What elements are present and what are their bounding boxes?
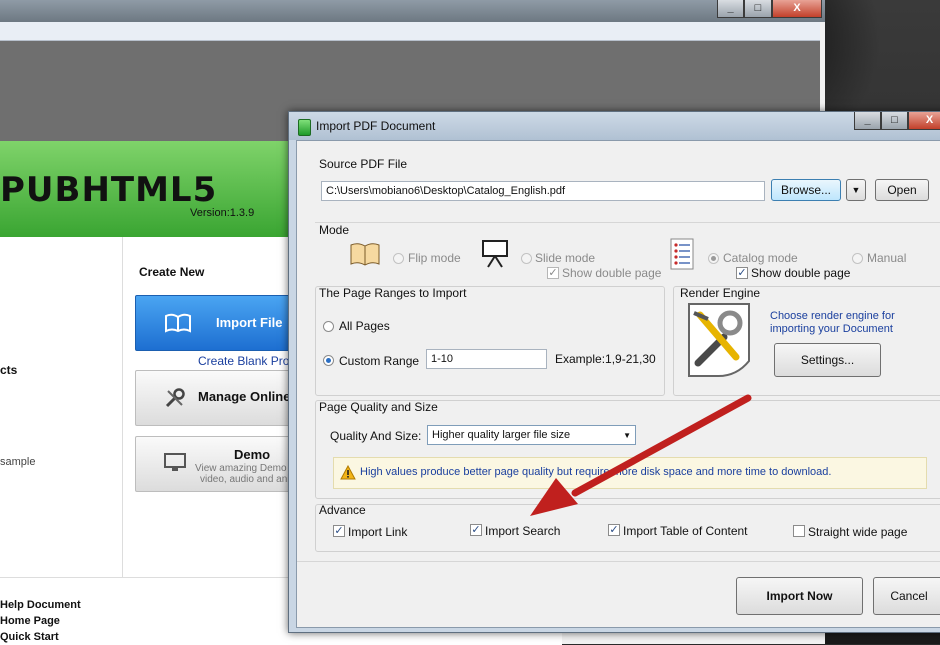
annotation-arrow	[530, 394, 752, 516]
